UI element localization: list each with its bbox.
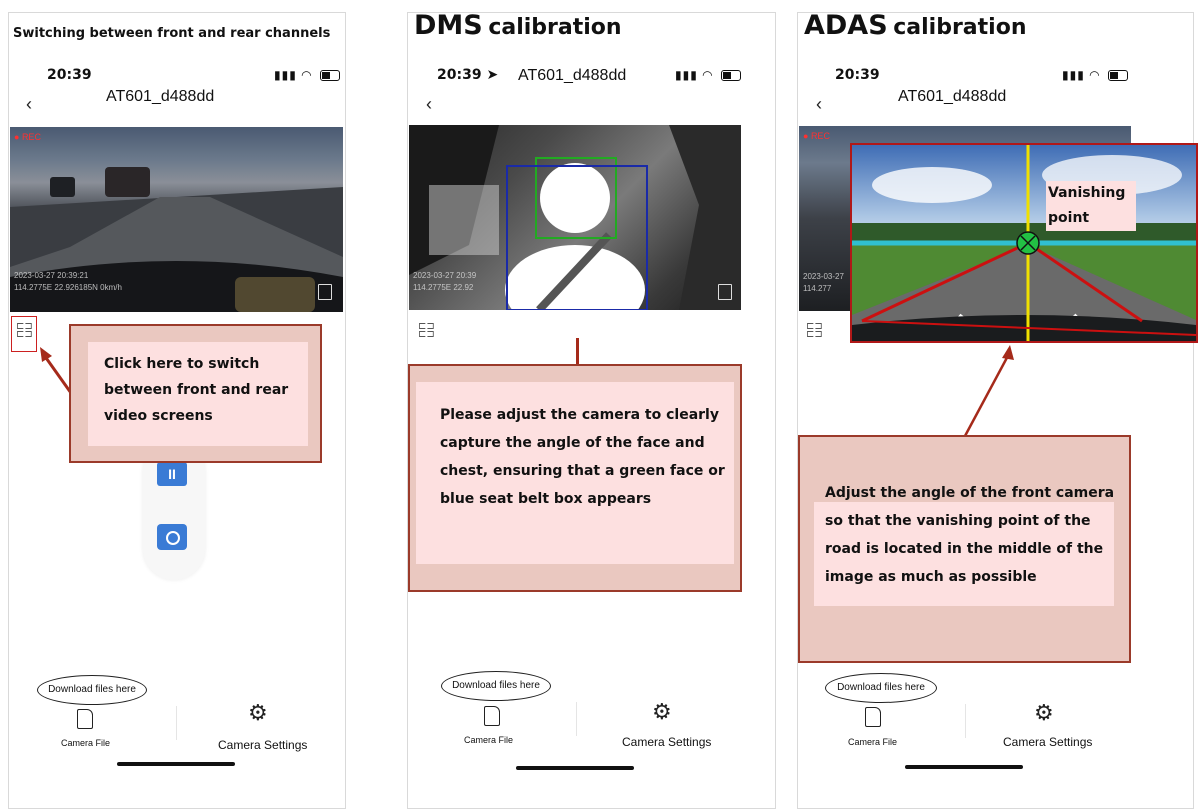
home-indicator bbox=[516, 766, 634, 770]
vanishing-point-marker-icon bbox=[1016, 231, 1040, 255]
fullscreen-icon[interactable] bbox=[718, 284, 732, 300]
camera-snapshot-icon[interactable] bbox=[157, 524, 187, 550]
adas-calibration-image: Vanishing point bbox=[850, 143, 1198, 343]
fullscreen-icon[interactable] bbox=[318, 284, 332, 300]
switch-channel-icon[interactable]: ⊏⊐ ⊏⊐ bbox=[418, 322, 435, 340]
osd-line-2: 114.277 bbox=[803, 284, 832, 293]
download-hint-bubble: Download files here bbox=[441, 671, 551, 701]
nav-divider bbox=[576, 702, 577, 736]
callout-text: Adjust the angle of the front camera so … bbox=[825, 485, 1115, 585]
device-title: AT601_d488dd bbox=[518, 67, 627, 84]
battery-icon bbox=[319, 70, 340, 82]
video-preview[interactable]: ● REC 2023-03-27 20:39:21 114.2775E 22.9… bbox=[10, 127, 343, 312]
callout-text: Click here to switch between front and r… bbox=[104, 356, 289, 424]
vanishing-label: Vanishing point bbox=[1048, 185, 1126, 226]
osd-line-1: 2023-03-27 bbox=[803, 272, 844, 281]
nav-camera-settings[interactable]: Camera Settings bbox=[622, 735, 711, 749]
status-time: 20:39 ➤ bbox=[437, 67, 499, 83]
device-title: AT601_d488dd bbox=[106, 88, 215, 105]
location-arrow-icon: ➤ bbox=[486, 67, 499, 83]
nav-camera-file[interactable]: Camera File bbox=[61, 738, 110, 748]
osd-line-1: 2023-03-27 20:39 bbox=[413, 271, 477, 280]
battery-icon bbox=[1107, 70, 1128, 82]
gear-icon[interactable]: ⚙ bbox=[652, 699, 672, 725]
osd-line-2: 114.2775E 22.92 bbox=[413, 283, 474, 292]
sd-card-icon[interactable] bbox=[865, 707, 881, 727]
signal-icon: ▮▮▮ bbox=[274, 68, 297, 82]
panel-dms: DMS calibration 20:39 ➤ ▮▮▮ ◠ ‹ AT601_d4… bbox=[400, 0, 790, 809]
road-scene bbox=[852, 145, 1196, 341]
panel-channel-switch: Switching between front and rear channel… bbox=[0, 0, 350, 809]
nav-camera-file[interactable]: Camera File bbox=[848, 737, 897, 747]
gear-icon[interactable]: ⚙ bbox=[248, 700, 268, 726]
pause-record-icon[interactable]: II bbox=[157, 462, 187, 486]
signal-icon: ▮▮▮ bbox=[1062, 68, 1085, 82]
rec-indicator: ● REC bbox=[14, 132, 41, 142]
wifi-icon: ◠ bbox=[702, 68, 714, 82]
nav-divider bbox=[965, 704, 966, 738]
switch-channel-icon[interactable]: ⊏⊐ ⊏⊐ bbox=[806, 322, 823, 340]
status-icons: ▮▮▮ ◠ bbox=[675, 68, 741, 82]
back-chevron-icon[interactable]: ‹ bbox=[426, 94, 432, 115]
signal-icon: ▮▮▮ bbox=[675, 68, 698, 82]
panel-title: Switching between front and rear channel… bbox=[13, 26, 331, 41]
home-indicator bbox=[905, 765, 1023, 769]
nav-camera-settings[interactable]: Camera Settings bbox=[1003, 735, 1092, 749]
gear-icon[interactable]: ⚙ bbox=[1034, 700, 1054, 726]
callout-text: Please adjust the camera to clearly capt… bbox=[440, 407, 725, 507]
status-time: 20:39 bbox=[47, 67, 92, 83]
callout-pointer-line bbox=[576, 338, 579, 364]
wifi-icon: ◠ bbox=[1089, 68, 1101, 82]
panel-title: DMS calibration bbox=[414, 10, 622, 41]
nav-camera-settings[interactable]: Camera Settings bbox=[218, 738, 307, 752]
wifi-icon: ◠ bbox=[301, 68, 313, 82]
download-hint-bubble: Download files here bbox=[825, 673, 937, 703]
back-chevron-icon[interactable]: ‹ bbox=[26, 94, 32, 115]
sd-card-icon[interactable] bbox=[484, 706, 500, 726]
osd-line-2: 114.2775E 22.926185N 0km/h bbox=[14, 283, 122, 292]
download-hint-bubble: Download files here bbox=[37, 675, 147, 705]
battery-icon bbox=[720, 70, 741, 82]
panel-adas: ADAS calibration 20:39 ▮▮▮ ◠ ‹ AT601_d48… bbox=[790, 0, 1198, 809]
sd-card-icon[interactable] bbox=[77, 709, 93, 729]
status-time: 20:39 bbox=[835, 67, 880, 83]
nav-camera-file[interactable]: Camera File bbox=[464, 735, 513, 745]
home-indicator bbox=[117, 762, 235, 766]
device-title: AT601_d488dd bbox=[898, 88, 1007, 105]
switch-highlight-box bbox=[11, 316, 37, 352]
video-preview[interactable]: 2023-03-27 20:39 114.2775E 22.92 bbox=[409, 125, 741, 310]
back-chevron-icon[interactable]: ‹ bbox=[816, 94, 822, 115]
status-icons: ▮▮▮ ◠ bbox=[1062, 68, 1128, 82]
rec-indicator: ● REC bbox=[803, 131, 830, 141]
nav-divider bbox=[176, 706, 177, 740]
status-icons: ▮▮▮ ◠ bbox=[274, 68, 340, 82]
panel-title: ADAS calibration bbox=[804, 10, 1027, 41]
osd-line-1: 2023-03-27 20:39:21 bbox=[14, 271, 89, 280]
